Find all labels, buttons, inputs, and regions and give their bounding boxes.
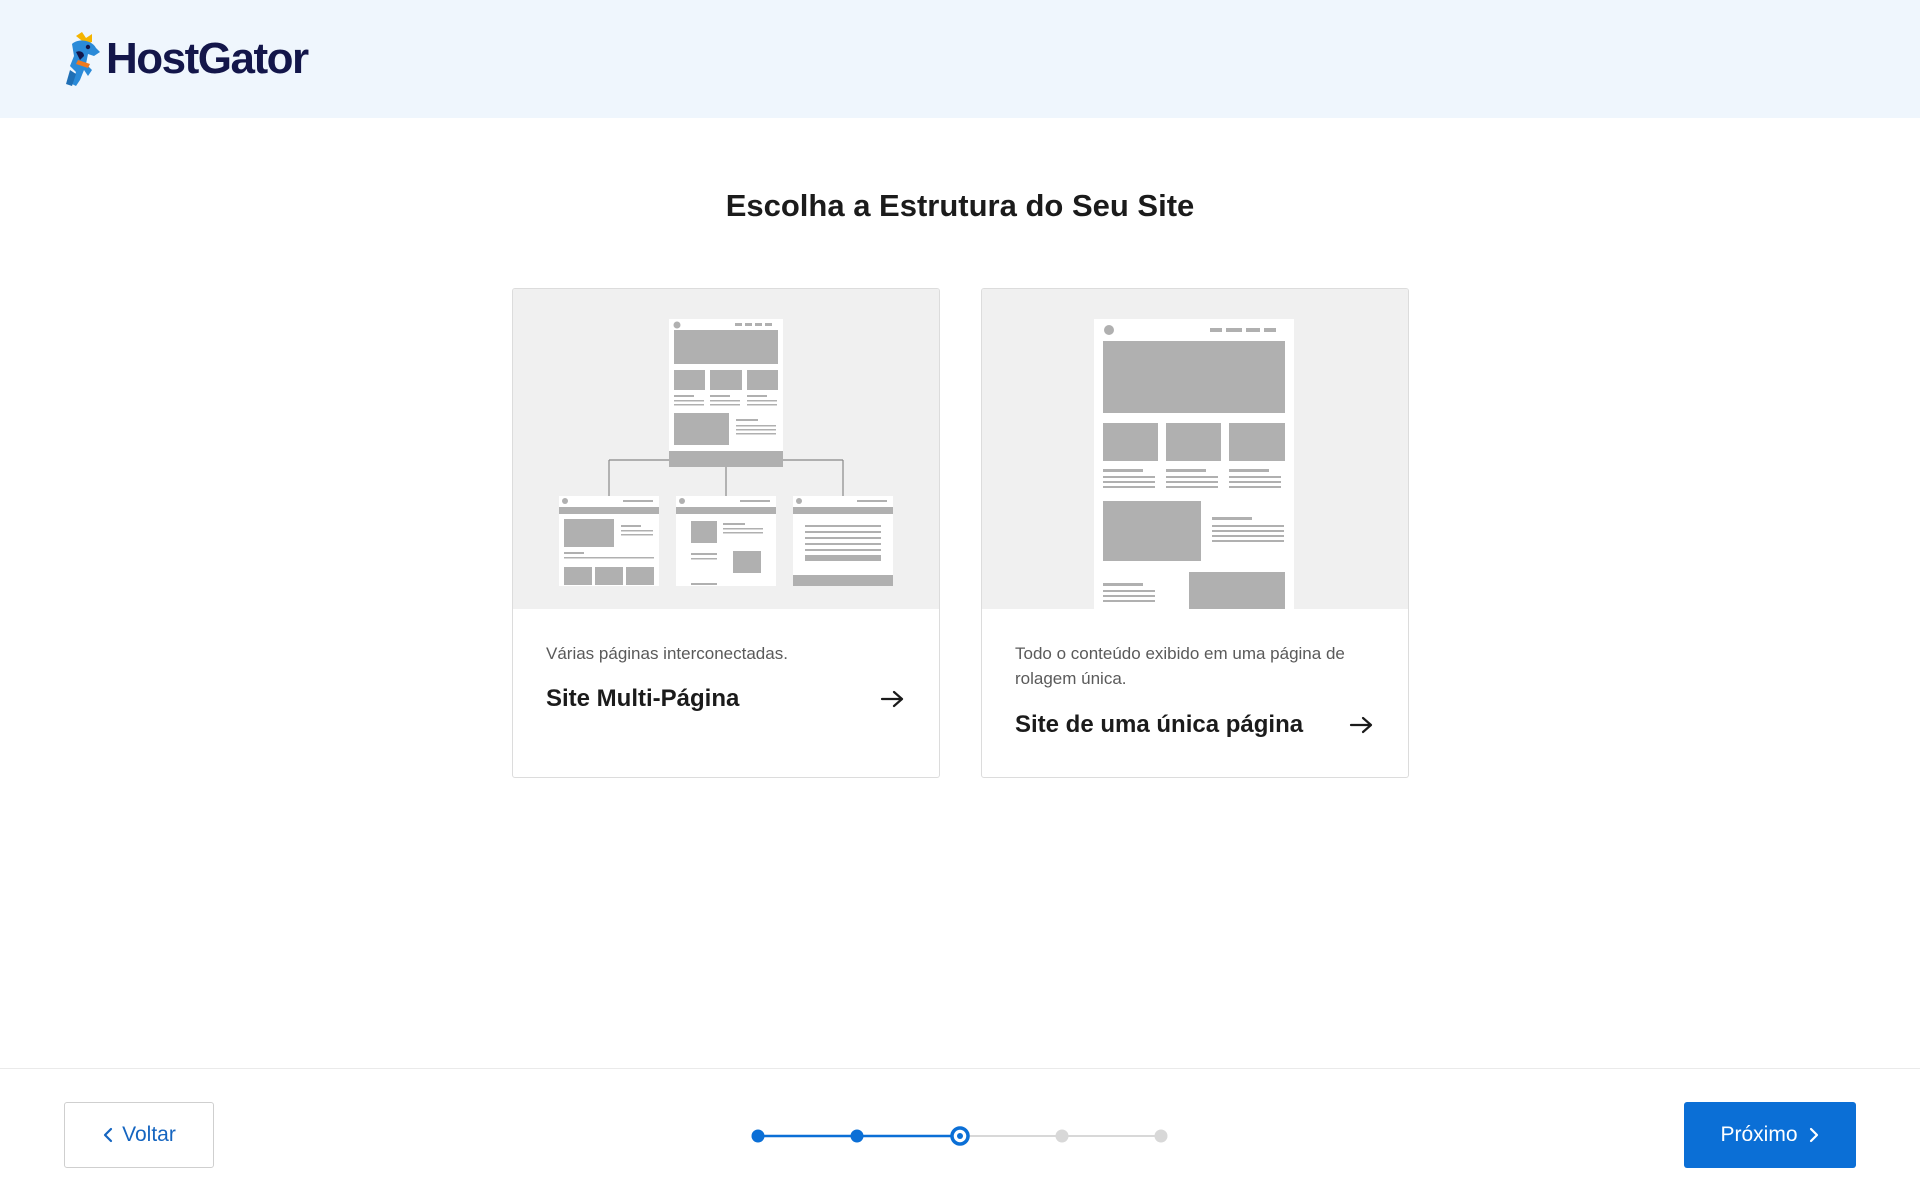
next-button-label: Próximo — [1720, 1123, 1798, 1146]
back-button-label: Voltar — [122, 1123, 176, 1146]
multi-page-illustration — [513, 289, 939, 609]
multi-page-title: Site Multi-Página — [546, 685, 740, 712]
single-page-title: Site de uma única página — [1015, 711, 1304, 738]
multi-page-description: Várias páginas interconectadas. — [546, 644, 788, 663]
header: HostGator — [0, 0, 1920, 118]
step-progress-indicator — [751, 1126, 1168, 1146]
progress-step-done — [751, 1129, 765, 1143]
hostgator-logo[interactable]: HostGator — [62, 30, 309, 88]
progress-step-pending — [1055, 1129, 1069, 1143]
multi-page-sitemap-graphic — [559, 319, 893, 586]
back-button[interactable]: Voltar — [64, 1102, 214, 1168]
progress-step-done — [850, 1129, 864, 1143]
single-page-title-row[interactable]: Site de uma única página — [1015, 711, 1375, 739]
arrow-right-icon — [880, 690, 904, 708]
progress-step-pending — [1154, 1129, 1168, 1143]
progress-step-current-dot — [957, 1133, 963, 1139]
multi-page-title-row[interactable]: Site Multi-Página — [546, 685, 906, 713]
multi-page-option-card[interactable]: Várias páginas interconectadas. Site Mul… — [512, 288, 940, 778]
single-page-option-card[interactable]: Todo o conteúdo exibido em uma página de… — [981, 288, 1409, 778]
single-page-illustration — [982, 289, 1408, 609]
brand-name: HostGator — [106, 34, 309, 83]
arrow-right-icon — [1349, 716, 1373, 734]
hostgator-mascot-icon — [66, 32, 100, 86]
chevron-right-icon — [1809, 1127, 1818, 1143]
chevron-left-icon — [104, 1127, 113, 1143]
single-page-layout-graphic — [1094, 319, 1294, 609]
single-page-description: Todo o conteúdo exibido em uma página de… — [1015, 644, 1345, 688]
next-button[interactable]: Próximo — [1684, 1102, 1856, 1168]
page-title: Escolha a Estrutura do Seu Site — [725, 188, 1195, 223]
